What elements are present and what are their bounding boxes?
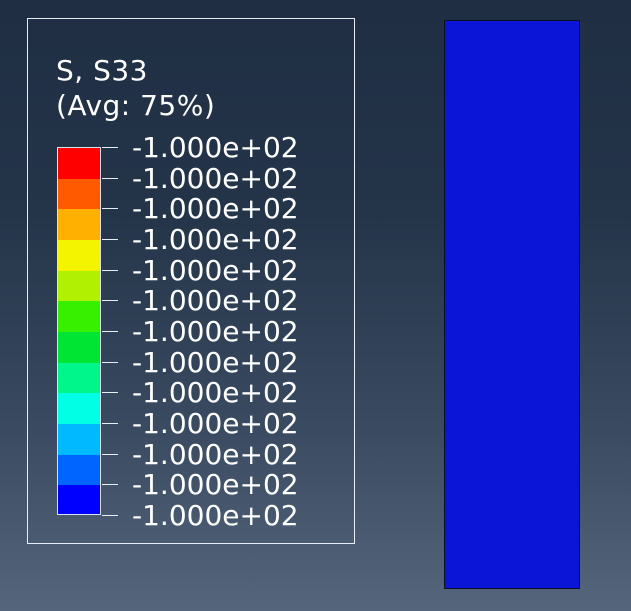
legend-tick	[102, 361, 118, 363]
legend-label: -1.000e+02	[132, 499, 299, 532]
legend-label: -1.000e+02	[132, 131, 299, 164]
legend-label: -1.000e+02	[132, 253, 299, 287]
model-part[interactable]	[444, 20, 580, 589]
legend-label: -1.000e+02	[132, 223, 299, 256]
viewport[interactable]: S, S33 (Avg: 75%) -1.000e+02 -1.000e+02 -1…	[0, 0, 631, 611]
legend-tick	[102, 331, 118, 332]
legend-label: -1.000e+02	[132, 407, 299, 440]
legend-tick	[102, 423, 118, 424]
legend-label: -1.000e+02	[132, 315, 299, 348]
color-swatch	[58, 178, 100, 210]
legend-tick	[102, 453, 118, 455]
color-swatch	[58, 332, 100, 364]
color-swatch	[58, 485, 100, 514]
legend-tick	[102, 392, 118, 394]
legend-label: -1.000e+02	[132, 468, 299, 502]
color-swatch	[58, 424, 100, 456]
legend-tick	[102, 147, 118, 148]
legend-label: -1.000e+02	[132, 437, 299, 471]
color-swatch	[58, 454, 100, 486]
color-swatch	[58, 362, 100, 394]
color-swatch	[58, 240, 100, 272]
legend-title: S, S33	[56, 54, 148, 87]
color-swatch	[58, 301, 100, 333]
contour-legend: S, S33 (Avg: 75%) -1.000e+02 -1.000e+02 -1…	[27, 18, 355, 544]
legend-label: -1.000e+02	[132, 192, 299, 226]
legend-tick	[102, 300, 118, 302]
legend-label: -1.000e+02	[132, 284, 299, 318]
legend-tick	[102, 208, 118, 210]
legend-label: -1.000e+02	[132, 345, 299, 379]
color-swatch	[58, 148, 100, 180]
legend-tick	[102, 484, 118, 486]
color-swatch	[58, 209, 100, 241]
color-swatch	[58, 270, 100, 302]
legend-label: -1.000e+02	[132, 161, 299, 195]
legend-tick	[102, 177, 118, 179]
legend-label: -1.000e+02	[132, 376, 299, 410]
legend-subtitle: (Avg: 75%)	[56, 89, 216, 122]
legend-tick	[102, 269, 118, 271]
color-bar	[57, 147, 101, 515]
color-swatch	[58, 393, 100, 425]
legend-tick	[102, 239, 118, 240]
legend-tick	[102, 515, 118, 516]
